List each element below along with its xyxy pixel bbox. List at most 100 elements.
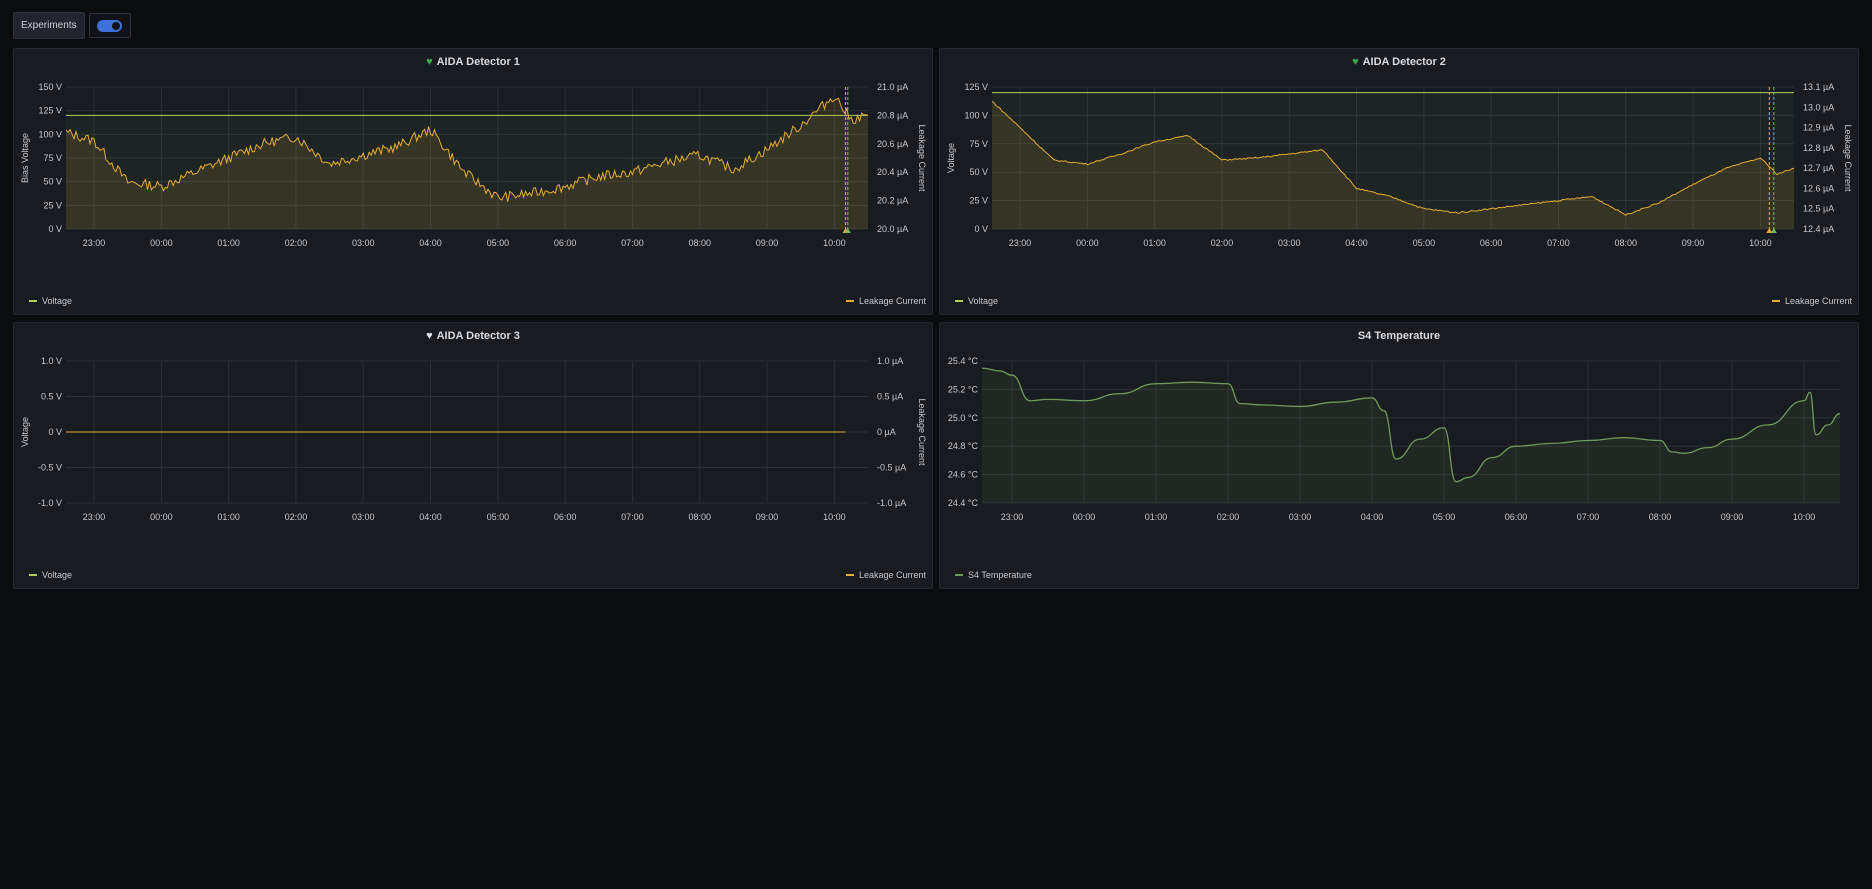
x-tick-label: 08:00 bbox=[1649, 512, 1672, 522]
timeseries-chart[interactable]: 1.0 V 0.5 V 0 V -0.5 V -1.0 V 1.0 µA 0.5 µA 0 µ… bbox=[14, 323, 934, 590]
y2-tick-label: 12.9 µA bbox=[1803, 123, 1834, 133]
y2-tick-label: 20.6 µA bbox=[877, 139, 908, 149]
timeseries-chart[interactable]: 150 V 125 V 100 V 75 V 50 V 25 V 0 V 21.0 µA 20.… bbox=[14, 49, 934, 316]
x-tick-label: 01:00 bbox=[217, 238, 240, 248]
y2-tick-label: 20.2 µA bbox=[877, 196, 908, 206]
y-tick-label: 75 V bbox=[969, 139, 988, 149]
y2-tick-label: 13.1 µA bbox=[1803, 82, 1834, 92]
x-tick-label: 03:00 bbox=[352, 238, 375, 248]
leakage-swatch bbox=[845, 300, 854, 302]
y-tick-label: -0.5 V bbox=[38, 463, 62, 473]
y2-tick-label: -1.0 µA bbox=[877, 498, 906, 508]
x-tick-label: 08:00 bbox=[688, 512, 711, 522]
x-tick-label: 00:00 bbox=[1073, 512, 1096, 522]
y2-tick-label: 0.5 µA bbox=[877, 392, 903, 402]
legend-item-voltage[interactable]: Voltage bbox=[29, 570, 72, 580]
x-tick-label: 05:00 bbox=[1433, 512, 1456, 522]
y-tick-label: 150 V bbox=[38, 82, 62, 92]
y2-tick-label: 20.8 µA bbox=[877, 110, 908, 120]
legend-item-leakage-current[interactable]: Leakage Current bbox=[845, 296, 926, 306]
x-tick-label: 00:00 bbox=[150, 512, 173, 522]
x-tick-label: 09:00 bbox=[1682, 238, 1705, 248]
timeseries-chart[interactable]: 125 V 100 V 75 V 50 V 25 V 0 V 13.1 µA 13.0 µA 1… bbox=[940, 49, 1860, 316]
x-tick-label: 02:00 bbox=[1217, 512, 1240, 522]
x-tick-label: 06:00 bbox=[554, 238, 577, 248]
voltage-swatch bbox=[29, 574, 37, 576]
x-tick-label: 06:00 bbox=[1480, 238, 1503, 248]
x-tick-label: 09:00 bbox=[1721, 512, 1744, 522]
x-tick-label: 10:00 bbox=[823, 512, 846, 522]
x-tick-label: 01:00 bbox=[217, 512, 240, 522]
y2-tick-label: 12.6 µA bbox=[1803, 183, 1834, 193]
x-tick-label: 07:00 bbox=[1547, 238, 1570, 248]
y-axis-label: Voltage bbox=[20, 417, 30, 447]
y2-tick-label: 20.4 µA bbox=[877, 167, 908, 177]
voltage-swatch bbox=[29, 300, 37, 302]
leakage-swatch bbox=[1771, 300, 1780, 302]
legend-label: Voltage bbox=[968, 296, 999, 306]
x-tick-label: 05:00 bbox=[487, 238, 510, 248]
y-tick-label: 100 V bbox=[38, 129, 62, 139]
x-tick-label: 07:00 bbox=[621, 238, 644, 248]
x-tick-label: 23:00 bbox=[83, 238, 106, 248]
x-tick-label: 00:00 bbox=[1076, 238, 1099, 248]
legend-label: Leakage Current bbox=[858, 570, 926, 580]
y2-tick-label: 12.8 µA bbox=[1803, 143, 1834, 153]
x-tick-label: 02:00 bbox=[285, 512, 308, 522]
x-tick-label: 05:00 bbox=[487, 512, 510, 522]
y-tick-label: 0 V bbox=[48, 427, 62, 437]
y-tick-label: 50 V bbox=[43, 177, 62, 187]
x-tick-label: 01:00 bbox=[1143, 238, 1166, 248]
variable-bar: Experiments bbox=[13, 12, 131, 39]
y-tick-label: 0 V bbox=[974, 224, 988, 234]
x-tick-label: 09:00 bbox=[756, 512, 779, 522]
x-tick-label: 03:00 bbox=[1289, 512, 1312, 522]
legend-item-s4-temperature[interactable]: S4 Temperature bbox=[955, 570, 1032, 580]
x-tick-label: 02:00 bbox=[1211, 238, 1234, 248]
legend-label: Voltage bbox=[42, 296, 73, 306]
experiments-toggle[interactable] bbox=[88, 13, 131, 38]
x-tick-label: 08:00 bbox=[1614, 238, 1637, 248]
y-tick-label: 25 V bbox=[43, 200, 62, 210]
panel-aida-detector-3[interactable]: ♥ AIDA Detector 3 1.0 V 0.5 V0 V -0.5 V -1.… bbox=[13, 322, 933, 589]
y-tick-label: 50 V bbox=[969, 167, 988, 177]
panel-aida-detector-1[interactable]: ♥ AIDA Detector 1 150 V 125 V 100 V 75 V 50 … bbox=[13, 48, 933, 315]
x-tick-label: 23:00 bbox=[83, 512, 106, 522]
legend-label: Leakage Current bbox=[1784, 296, 1852, 306]
y2-tick-label: 1.0 µA bbox=[877, 356, 903, 366]
x-tick-label: 23:00 bbox=[1001, 512, 1024, 522]
leakage-swatch bbox=[845, 574, 854, 576]
legend-label: S4 Temperature bbox=[968, 570, 1032, 580]
y2-axis-label: Leakage Current bbox=[917, 398, 927, 466]
y2-tick-label: 13.0 µA bbox=[1803, 102, 1834, 112]
y-tick-label: 24.6 °C bbox=[948, 470, 979, 480]
y-tick-label: 24.4 °C bbox=[948, 498, 979, 508]
panel-aida-detector-2[interactable]: ♥ AIDA Detector 2 125 V 100 V 75 V 50 V 25 V… bbox=[939, 48, 1859, 315]
legend-item-leakage-current[interactable]: Leakage Current bbox=[1771, 296, 1852, 306]
y2-tick-label: 12.5 µA bbox=[1803, 204, 1834, 214]
x-tick-label: 08:00 bbox=[688, 238, 711, 248]
x-tick-label: 07:00 bbox=[1577, 512, 1600, 522]
y-tick-label: 125 V bbox=[38, 106, 62, 116]
y2-tick-label: 12.7 µA bbox=[1803, 163, 1834, 173]
experiments-variable-label: Experiments bbox=[13, 12, 85, 39]
y-tick-label: 25.0 °C bbox=[948, 413, 979, 423]
x-tick-label: 00:00 bbox=[150, 238, 173, 248]
x-tick-label: 04:00 bbox=[1345, 238, 1368, 248]
x-tick-label: 06:00 bbox=[554, 512, 577, 522]
legend-item-voltage[interactable]: Voltage bbox=[955, 296, 998, 306]
legend-item-leakage-current[interactable]: Leakage Current bbox=[845, 570, 926, 580]
y-tick-label: 125 V bbox=[964, 82, 988, 92]
panel-s4-temperature[interactable]: S4 Temperature 25.4 °C 25.2 °C 25.0 °C 24.8… bbox=[939, 322, 1859, 589]
timeseries-chart[interactable]: 25.4 °C 25.2 °C 25.0 °C 24.8 °C 24.6 °C 24.4 … bbox=[940, 323, 1860, 590]
series-area-voltage bbox=[992, 92, 1794, 230]
x-tick-label: 07:00 bbox=[621, 512, 644, 522]
y-tick-label: 75 V bbox=[43, 153, 62, 163]
x-tick-label: 09:00 bbox=[756, 238, 779, 248]
legend-item-voltage[interactable]: Voltage bbox=[29, 296, 72, 306]
toggle-switch[interactable] bbox=[97, 19, 123, 32]
y-tick-label: 0 V bbox=[48, 224, 62, 234]
x-tick-label: 10:00 bbox=[1793, 512, 1816, 522]
y2-axis-label: Leakage Current bbox=[917, 124, 927, 192]
temperature-swatch bbox=[955, 574, 963, 576]
